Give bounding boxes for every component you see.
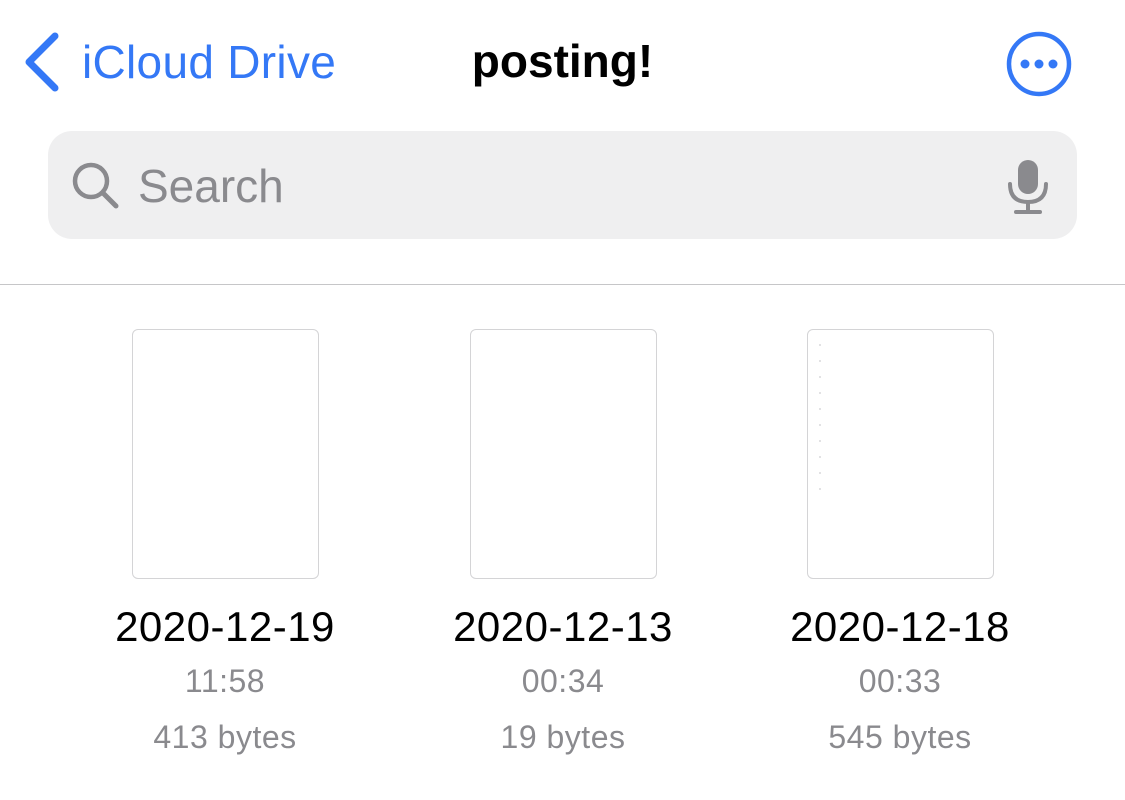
- file-time: 00:33: [858, 663, 942, 699]
- ellipsis-circle-icon: [1006, 31, 1072, 97]
- file-item[interactable]: 2020-12-19 11:58 413 bytes: [75, 329, 375, 765]
- file-size: 413 bytes: [153, 719, 297, 755]
- file-item[interactable]: 2020-12-18 00:33 545 bytes: [750, 329, 1050, 765]
- file-thumbnail: [806, 329, 994, 579]
- divider: [0, 284, 1125, 285]
- file-time: 00:34: [521, 663, 605, 699]
- file-item[interactable]: 2020-12-13 00:34 19 bytes: [413, 329, 713, 765]
- file-name: 2020-12-13: [453, 603, 673, 650]
- more-button[interactable]: [1006, 31, 1072, 97]
- file-thumbnail: [131, 329, 319, 579]
- file-size: 19 bytes: [500, 719, 626, 755]
- file-size: 545 bytes: [828, 719, 972, 755]
- file-name: 2020-12-18: [790, 603, 1010, 650]
- page-title: posting!: [471, 35, 654, 87]
- search-icon: [72, 162, 119, 209]
- search-input[interactable]: [138, 151, 968, 221]
- file-name: 2020-12-19: [115, 603, 335, 650]
- navigation-bar: iCloud Drive posting!: [0, 0, 1125, 125]
- file-thumbnail: [469, 329, 657, 579]
- microphone-icon[interactable]: [1006, 158, 1050, 216]
- file-time: 11:58: [184, 663, 266, 699]
- thumbnail-content: [818, 344, 821, 494]
